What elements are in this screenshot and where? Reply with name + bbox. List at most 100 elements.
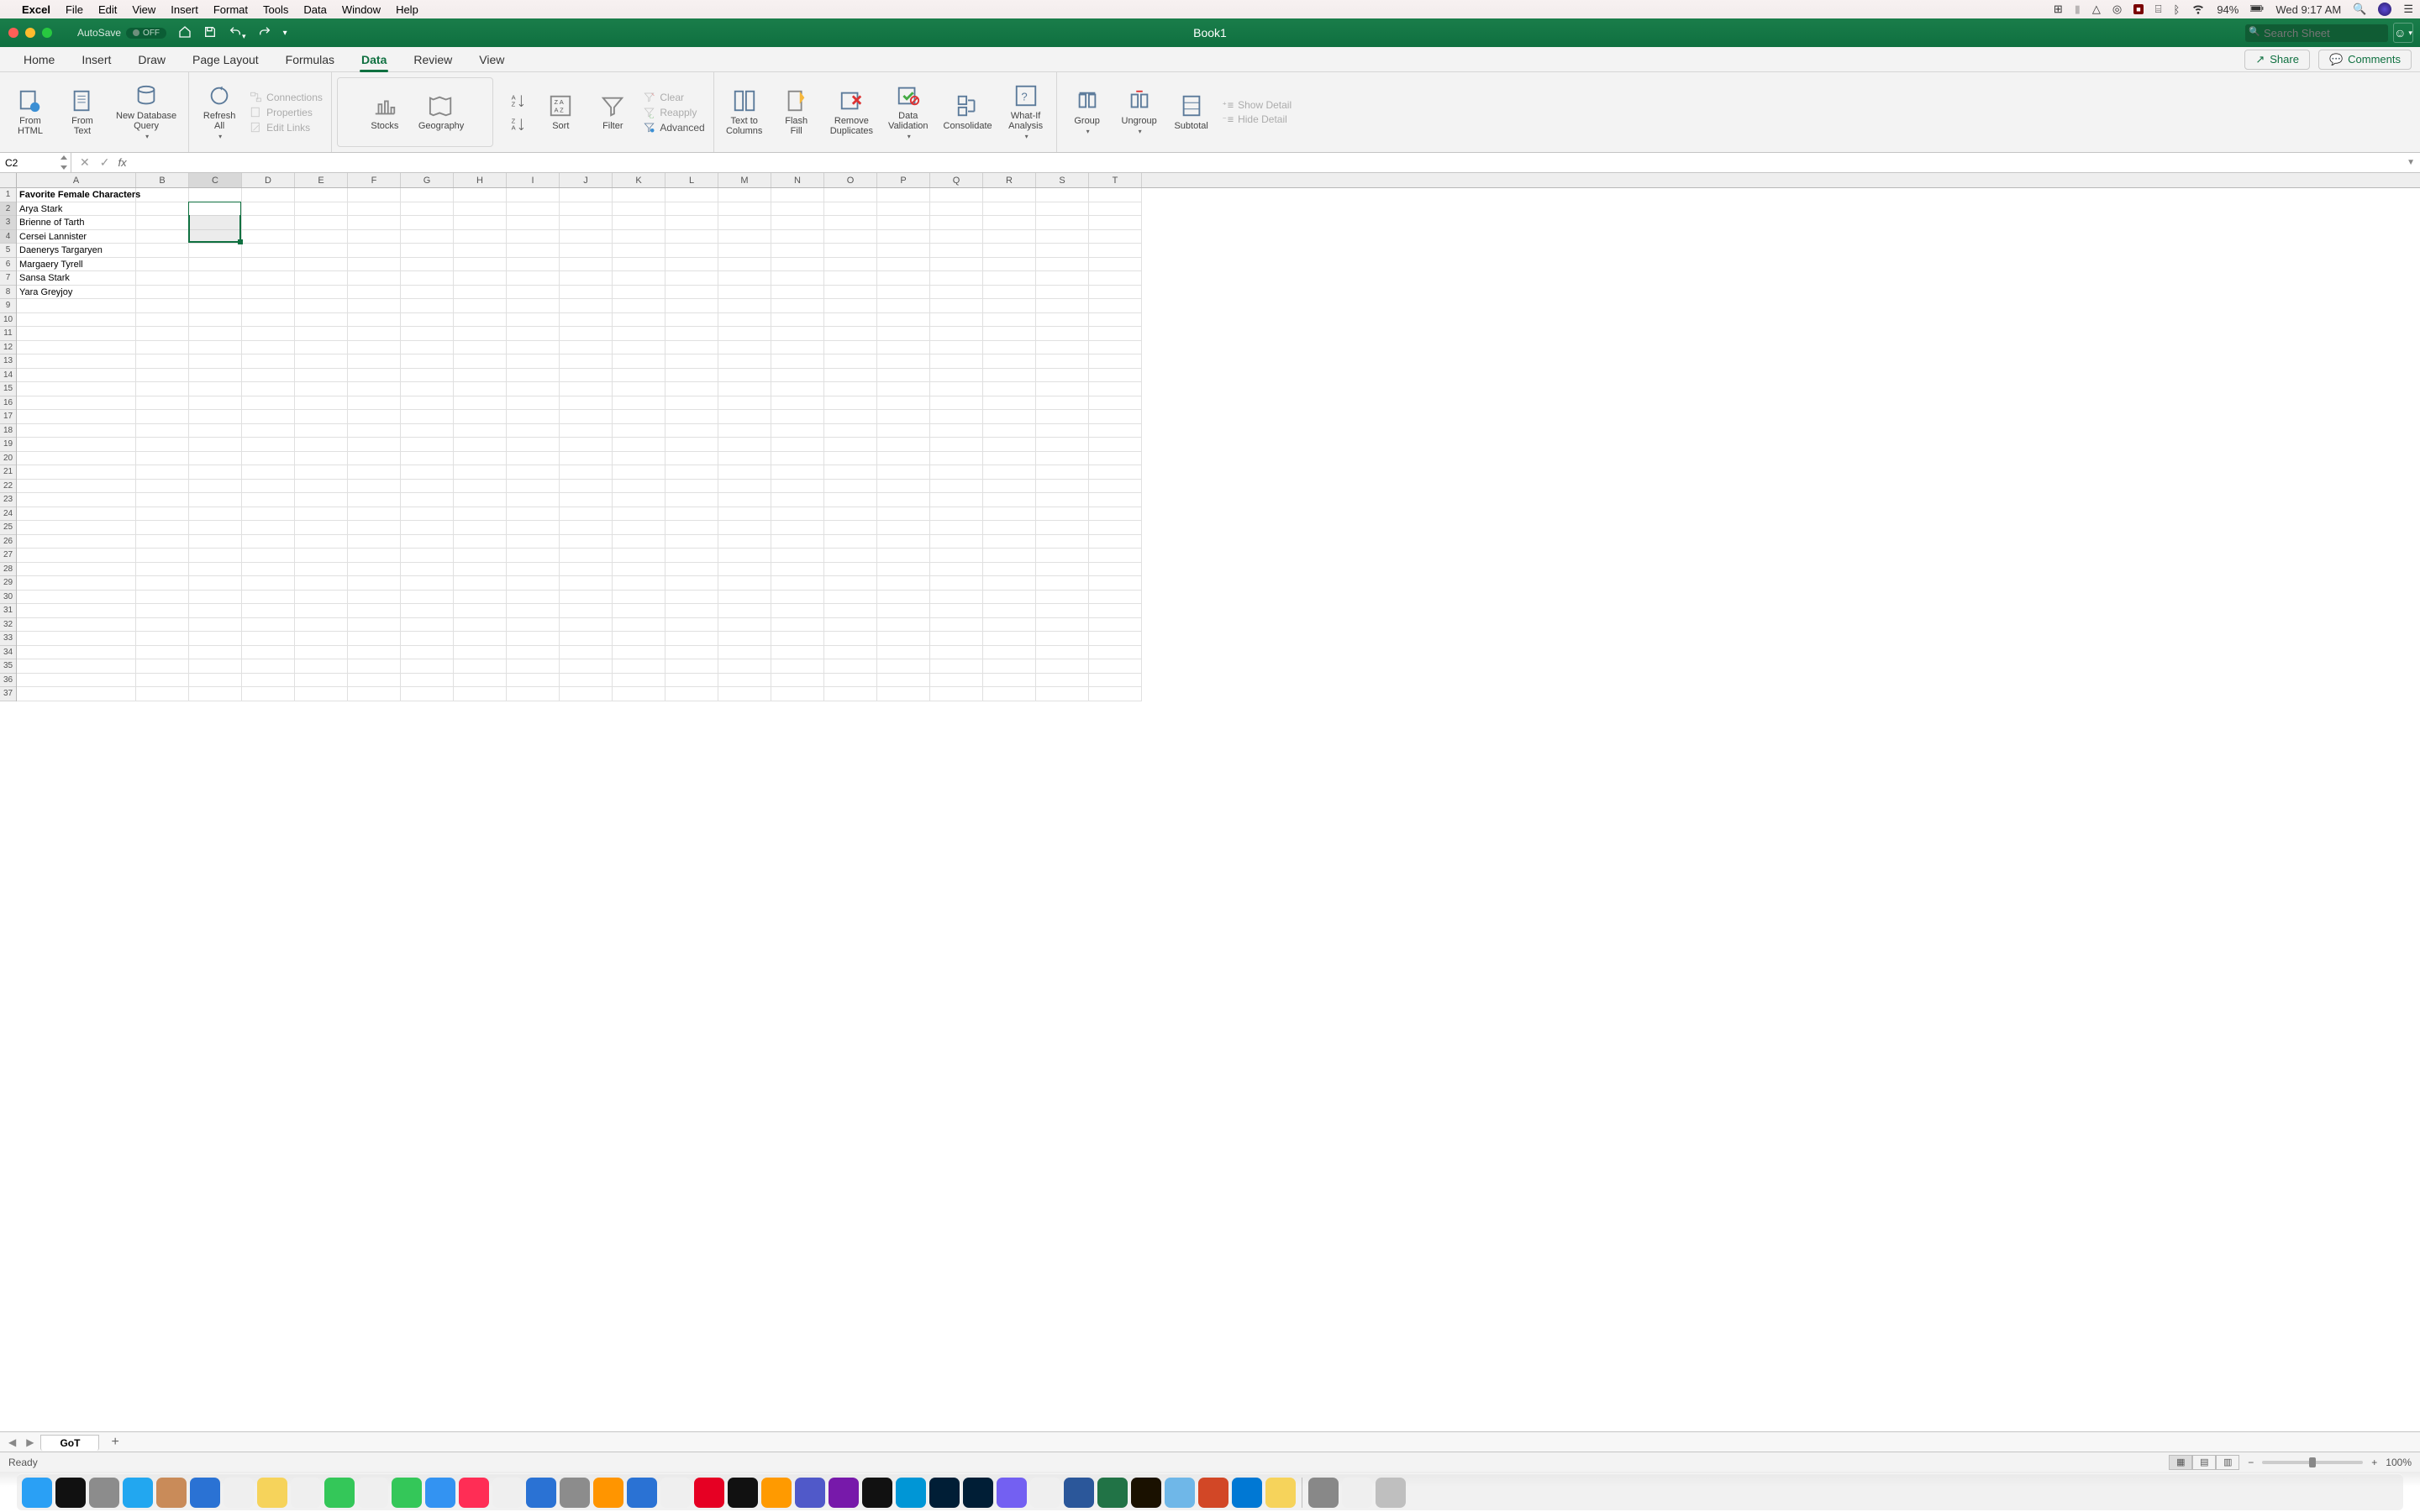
cell-Q26[interactable] — [930, 535, 983, 549]
cell-R6[interactable] — [983, 258, 1036, 272]
cell-G23[interactable] — [401, 493, 454, 507]
cell-M24[interactable] — [718, 507, 771, 522]
cell-E30[interactable] — [295, 591, 348, 605]
cell-S29[interactable] — [1036, 576, 1089, 591]
row-header-18[interactable]: 18 — [0, 424, 16, 438]
cell-H31[interactable] — [454, 604, 507, 618]
cell-L10[interactable] — [666, 313, 718, 328]
cell-G14[interactable] — [401, 369, 454, 383]
cell-M7[interactable] — [718, 271, 771, 286]
cell-D23[interactable] — [242, 493, 295, 507]
cell-A22[interactable] — [17, 480, 136, 494]
cell-D8[interactable] — [242, 286, 295, 300]
cell-N15[interactable] — [771, 382, 824, 396]
dock-app-onenote[interactable] — [829, 1478, 859, 1508]
tab-home[interactable]: Home — [10, 47, 68, 72]
cell-R14[interactable] — [983, 369, 1036, 383]
cell-H17[interactable] — [454, 410, 507, 424]
cell-M2[interactable] — [718, 202, 771, 217]
cell-E3[interactable] — [295, 216, 348, 230]
cell-L21[interactable] — [666, 465, 718, 480]
cell-T36[interactable] — [1089, 674, 1142, 688]
cell-Q29[interactable] — [930, 576, 983, 591]
cell-F31[interactable] — [348, 604, 401, 618]
cell-Q16[interactable] — [930, 396, 983, 411]
cell-S31[interactable] — [1036, 604, 1089, 618]
cell-O8[interactable] — [824, 286, 877, 300]
cell-A6[interactable]: Margaery Tyrell — [17, 258, 136, 272]
cell-L35[interactable] — [666, 659, 718, 674]
row-header-15[interactable]: 15 — [0, 382, 16, 396]
dock-app-messages[interactable] — [324, 1478, 355, 1508]
row-header-34[interactable]: 34 — [0, 646, 16, 660]
cell-R33[interactable] — [983, 632, 1036, 646]
col-header-S[interactable]: S — [1036, 173, 1089, 187]
cell-I5[interactable] — [507, 244, 560, 258]
cell-D16[interactable] — [242, 396, 295, 411]
cell-T20[interactable] — [1089, 452, 1142, 466]
row-header-27[interactable]: 27 — [0, 549, 16, 563]
cell-S36[interactable] — [1036, 674, 1089, 688]
cell-T2[interactable] — [1089, 202, 1142, 217]
cell-H20[interactable] — [454, 452, 507, 466]
row-header-13[interactable]: 13 — [0, 354, 16, 369]
cell-B36[interactable] — [136, 674, 189, 688]
row-header-4[interactable]: 4 — [0, 230, 16, 244]
row-header-9[interactable]: 9 — [0, 299, 16, 313]
cell-C6[interactable] — [189, 258, 242, 272]
cell-F8[interactable] — [348, 286, 401, 300]
cell-R36[interactable] — [983, 674, 1036, 688]
cell-R31[interactable] — [983, 604, 1036, 618]
cell-P31[interactable] — [877, 604, 930, 618]
cell-M8[interactable] — [718, 286, 771, 300]
home-icon[interactable] — [178, 25, 192, 41]
cell-N31[interactable] — [771, 604, 824, 618]
refresh-all-button[interactable]: Refresh All — [197, 81, 241, 143]
cell-S13[interactable] — [1036, 354, 1089, 369]
cell-M13[interactable] — [718, 354, 771, 369]
cell-O32[interactable] — [824, 618, 877, 633]
cell-F16[interactable] — [348, 396, 401, 411]
cell-A25[interactable] — [17, 521, 136, 535]
cell-G11[interactable] — [401, 327, 454, 341]
cell-D26[interactable] — [242, 535, 295, 549]
cell-T13[interactable] — [1089, 354, 1142, 369]
what-if-button[interactable]: ?What-If Analysis — [1004, 81, 1048, 143]
cell-D35[interactable] — [242, 659, 295, 674]
cell-E26[interactable] — [295, 535, 348, 549]
cell-L6[interactable] — [666, 258, 718, 272]
cell-A2[interactable]: Arya Stark — [17, 202, 136, 217]
cell-J1[interactable] — [560, 188, 613, 202]
cell-Q20[interactable] — [930, 452, 983, 466]
cell-T30[interactable] — [1089, 591, 1142, 605]
cell-N36[interactable] — [771, 674, 824, 688]
cell-J13[interactable] — [560, 354, 613, 369]
cell-S37[interactable] — [1036, 687, 1089, 701]
cell-C9[interactable] — [189, 299, 242, 313]
cell-F35[interactable] — [348, 659, 401, 674]
cell-B32[interactable] — [136, 618, 189, 633]
cell-R9[interactable] — [983, 299, 1036, 313]
cell-N1[interactable] — [771, 188, 824, 202]
row-header-8[interactable]: 8 — [0, 286, 16, 300]
cell-G35[interactable] — [401, 659, 454, 674]
cell-K17[interactable] — [613, 410, 666, 424]
cell-F7[interactable] — [348, 271, 401, 286]
cell-Q37[interactable] — [930, 687, 983, 701]
cell-L17[interactable] — [666, 410, 718, 424]
connections-button[interactable]: Connections — [250, 91, 323, 103]
cell-Q8[interactable] — [930, 286, 983, 300]
cell-L18[interactable] — [666, 424, 718, 438]
cell-A3[interactable]: Brienne of Tarth — [17, 216, 136, 230]
cell-M27[interactable] — [718, 549, 771, 563]
cell-J2[interactable] — [560, 202, 613, 217]
cell-C5[interactable] — [189, 244, 242, 258]
dock-app-launchpad[interactable] — [89, 1478, 119, 1508]
cell-S10[interactable] — [1036, 313, 1089, 328]
cell-L30[interactable] — [666, 591, 718, 605]
cell-B1[interactable] — [136, 188, 189, 202]
dock-app-automator[interactable] — [560, 1478, 590, 1508]
cell-L29[interactable] — [666, 576, 718, 591]
dock-app-facetime[interactable] — [392, 1478, 422, 1508]
cell-K34[interactable] — [613, 646, 666, 660]
